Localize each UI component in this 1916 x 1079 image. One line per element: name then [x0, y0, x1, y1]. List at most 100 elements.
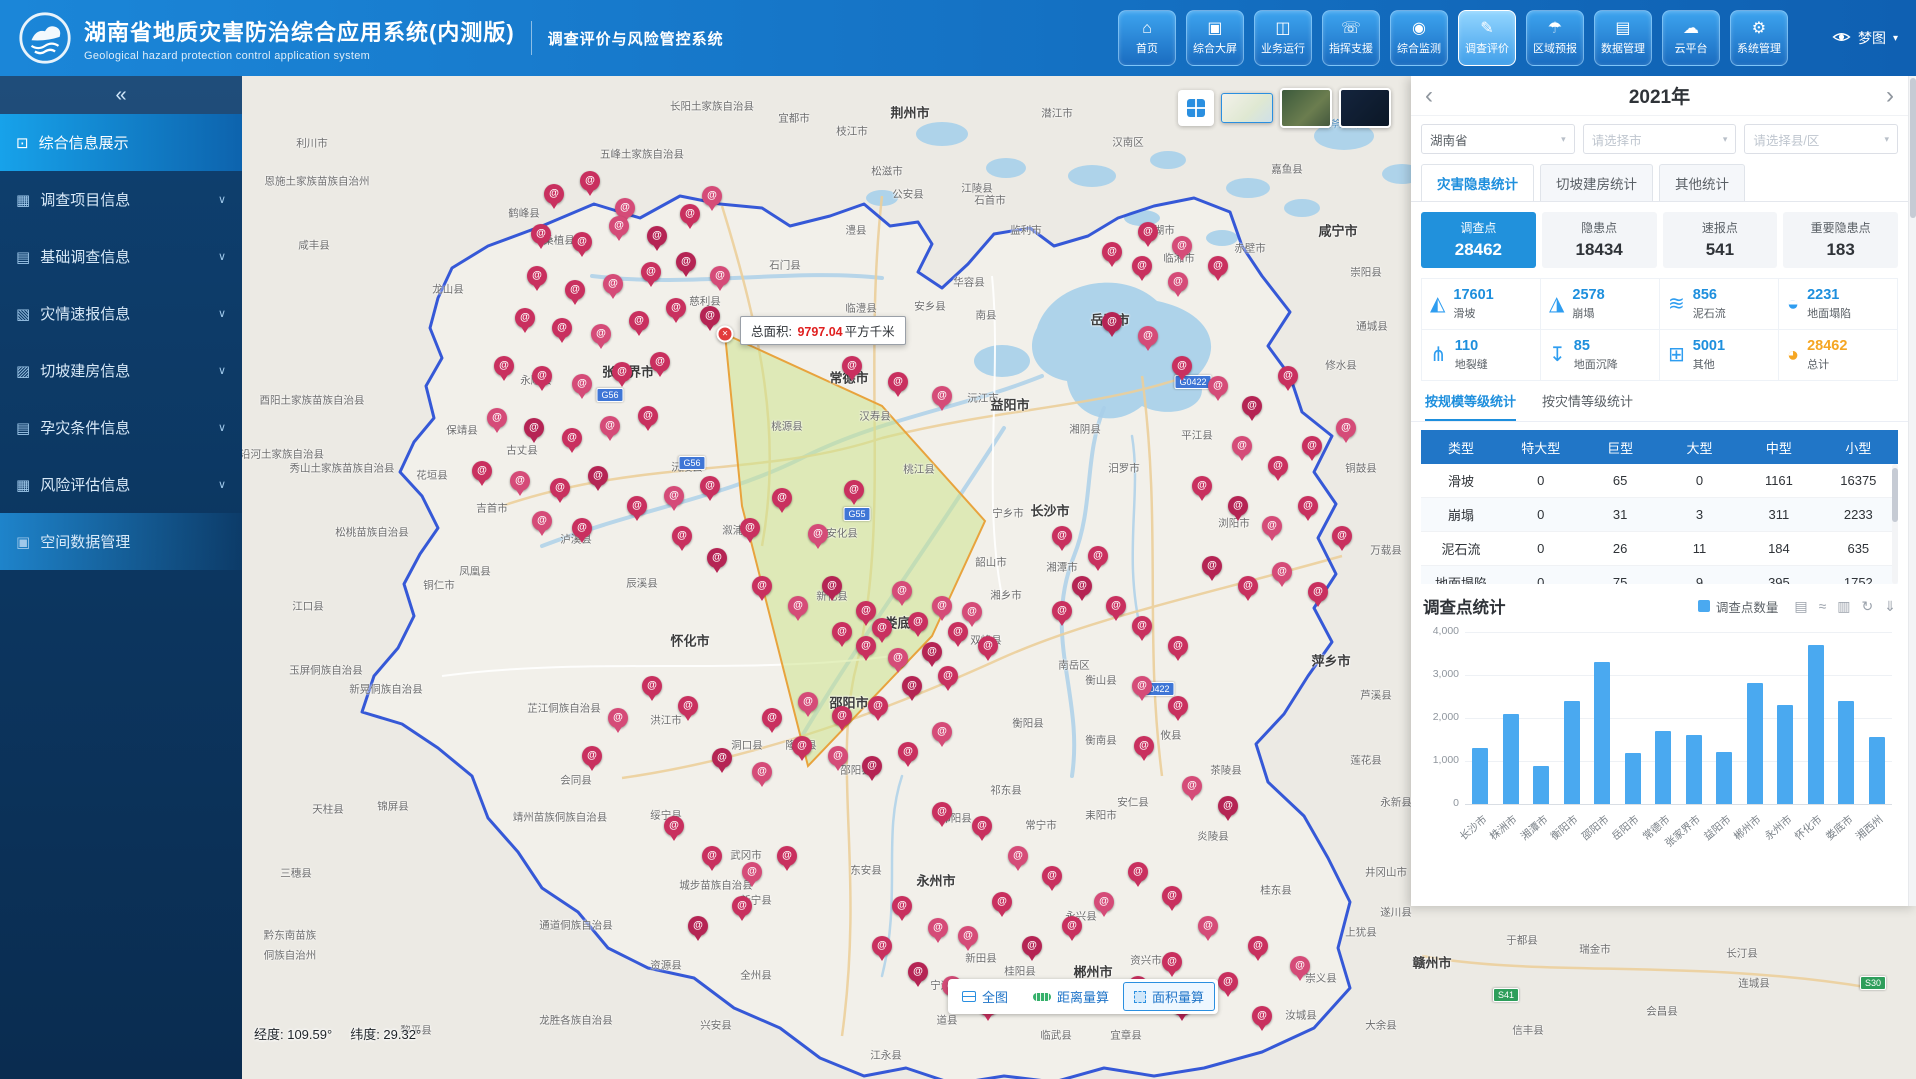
next-year-button[interactable]: ›: [1886, 84, 1894, 108]
prev-year-button[interactable]: ‹: [1425, 84, 1433, 108]
nav-survey-button[interactable]: ✎调查评价: [1458, 10, 1516, 66]
hazard-pin[interactable]: @: [752, 576, 772, 596]
hazard-pin[interactable]: @: [1132, 676, 1152, 696]
hazard-pin[interactable]: @: [1242, 396, 1262, 416]
hazard-pin[interactable]: @: [932, 802, 952, 822]
hazard-pin[interactable]: @: [1162, 952, 1182, 972]
hazard-pin[interactable]: @: [700, 306, 720, 326]
hazard-pin[interactable]: @: [1134, 736, 1154, 756]
hazard-pin[interactable]: @: [1172, 236, 1192, 256]
hazard-pin[interactable]: @: [544, 184, 564, 204]
hazard-pin[interactable]: @: [647, 226, 667, 246]
hazard-pin[interactable]: @: [702, 846, 722, 866]
hazard-pin[interactable]: @: [676, 252, 696, 272]
hazard-pin[interactable]: @: [565, 280, 585, 300]
hazard-pin[interactable]: @: [572, 232, 592, 252]
hazard-pin[interactable]: @: [550, 478, 570, 498]
hazard-pin[interactable]: @: [872, 936, 892, 956]
sidebar-item-overview[interactable]: ⊡综合信息展示: [0, 114, 242, 171]
nav-data-button[interactable]: ▤数据管理: [1594, 10, 1652, 66]
hazard-pin[interactable]: @: [788, 596, 808, 616]
sidebar-item-disaster-report[interactable]: ▧灾情速报信息∨: [0, 285, 242, 342]
table-body[interactable]: 滑坡0650116116375崩塌03133112233泥石流026111846…: [1421, 464, 1898, 584]
hazard-pin[interactable]: @: [932, 386, 952, 406]
subtab-by-scale[interactable]: 按规模等级统计: [1425, 391, 1516, 421]
user-menu[interactable]: 梦图 ▾: [1832, 28, 1898, 48]
sidebar-item-project-info[interactable]: ▦调查项目信息∨: [0, 171, 242, 228]
hazard-pin[interactable]: @: [510, 471, 530, 491]
chart-bar[interactable]: [1808, 645, 1824, 804]
hazard-pin[interactable]: @: [978, 636, 998, 656]
hazard-pin[interactable]: @: [732, 896, 752, 916]
nav-home-button[interactable]: ⌂首页: [1118, 10, 1176, 66]
chart-bar[interactable]: [1594, 662, 1610, 804]
data-view-icon[interactable]: ▤: [1794, 599, 1807, 613]
hazard-pin[interactable]: @: [700, 476, 720, 496]
imagery-basemap-thumb[interactable]: [1280, 88, 1332, 128]
hazard-pin[interactable]: @: [922, 642, 942, 662]
hazard-pin[interactable]: @: [1268, 456, 1288, 476]
hazard-pin[interactable]: @: [1252, 1006, 1272, 1026]
hazard-pin[interactable]: @: [664, 486, 684, 506]
hazard-pin[interactable]: @: [680, 204, 700, 224]
area-measure-button[interactable]: 面积量算: [1123, 982, 1215, 1011]
hazard-pin[interactable]: @: [1308, 582, 1328, 602]
hazard-pin[interactable]: @: [856, 636, 876, 656]
hazard-pin[interactable]: @: [832, 622, 852, 642]
hazard-pin[interactable]: @: [742, 862, 762, 882]
sidebar-item-slope-housing[interactable]: ▨切坡建房信息∨: [0, 342, 242, 399]
hazard-pin[interactable]: @: [642, 676, 662, 696]
nav-system-button[interactable]: ⚙系统管理: [1730, 10, 1788, 66]
hazard-pin[interactable]: @: [902, 676, 922, 696]
hazard-pin[interactable]: @: [1238, 576, 1258, 596]
hazard-pin[interactable]: @: [792, 736, 812, 756]
hazard-pin[interactable]: @: [532, 366, 552, 386]
hazard-pin[interactable]: @: [822, 576, 842, 596]
nav-command-button[interactable]: ☏指挥支援: [1322, 10, 1380, 66]
hazard-pin[interactable]: @: [1138, 326, 1158, 346]
hazard-pin[interactable]: @: [992, 892, 1012, 912]
hazard-pin[interactable]: @: [1290, 956, 1310, 976]
chart-bar[interactable]: [1503, 714, 1519, 804]
hazard-pin[interactable]: @: [702, 186, 722, 206]
hazard-pin[interactable]: @: [1062, 916, 1082, 936]
bar-chart-icon[interactable]: ▥: [1837, 599, 1850, 613]
hazard-pin[interactable]: @: [856, 601, 876, 621]
hazard-pin[interactable]: @: [710, 266, 730, 286]
hazard-pin[interactable]: @: [664, 816, 684, 836]
hazard-pin[interactable]: @: [612, 362, 632, 382]
hazard-pin[interactable]: @: [1192, 476, 1212, 496]
hazard-pin[interactable]: @: [908, 612, 928, 632]
distance-measure-button[interactable]: 距离量算: [1022, 982, 1120, 1011]
hazard-pin[interactable]: @: [603, 274, 623, 294]
hazard-pin[interactable]: @: [531, 224, 551, 244]
hazard-pin[interactable]: @: [868, 696, 888, 716]
hazard-pin[interactable]: @: [707, 548, 727, 568]
hazard-pin[interactable]: @: [1198, 916, 1218, 936]
hazard-pin[interactable]: @: [892, 581, 912, 601]
hazard-pin[interactable]: @: [527, 266, 547, 286]
chart-bar[interactable]: [1625, 753, 1641, 804]
table-row[interactable]: 崩塌03133112233: [1421, 498, 1898, 532]
hazard-pin[interactable]: @: [928, 918, 948, 938]
chart-bar[interactable]: [1838, 701, 1854, 804]
hazard-pin[interactable]: @: [1208, 376, 1228, 396]
hazard-pin[interactable]: @: [1052, 601, 1072, 621]
hazard-pin[interactable]: @: [650, 352, 670, 372]
hazard-pin[interactable]: @: [1262, 516, 1282, 536]
hazard-pin[interactable]: @: [762, 708, 782, 728]
chart-bar[interactable]: [1777, 705, 1793, 804]
chart-bar[interactable]: [1747, 683, 1763, 804]
chart-bar[interactable]: [1869, 737, 1885, 804]
hazard-pin[interactable]: @: [552, 318, 572, 338]
hazard-pin[interactable]: @: [1162, 886, 1182, 906]
hazard-pin[interactable]: @: [1302, 436, 1322, 456]
hazard-pin[interactable]: @: [524, 418, 544, 438]
hazard-pin[interactable]: @: [832, 706, 852, 726]
table-scrollbar[interactable]: [1892, 464, 1898, 584]
stat-hazard-points[interactable]: 隐患点18434: [1542, 212, 1657, 268]
hazard-pin[interactable]: @: [591, 324, 611, 344]
nav-big-screen-button[interactable]: ▣综合大屏: [1186, 10, 1244, 66]
hazard-pin[interactable]: @: [672, 526, 692, 546]
hazard-pin[interactable]: @: [641, 262, 661, 282]
